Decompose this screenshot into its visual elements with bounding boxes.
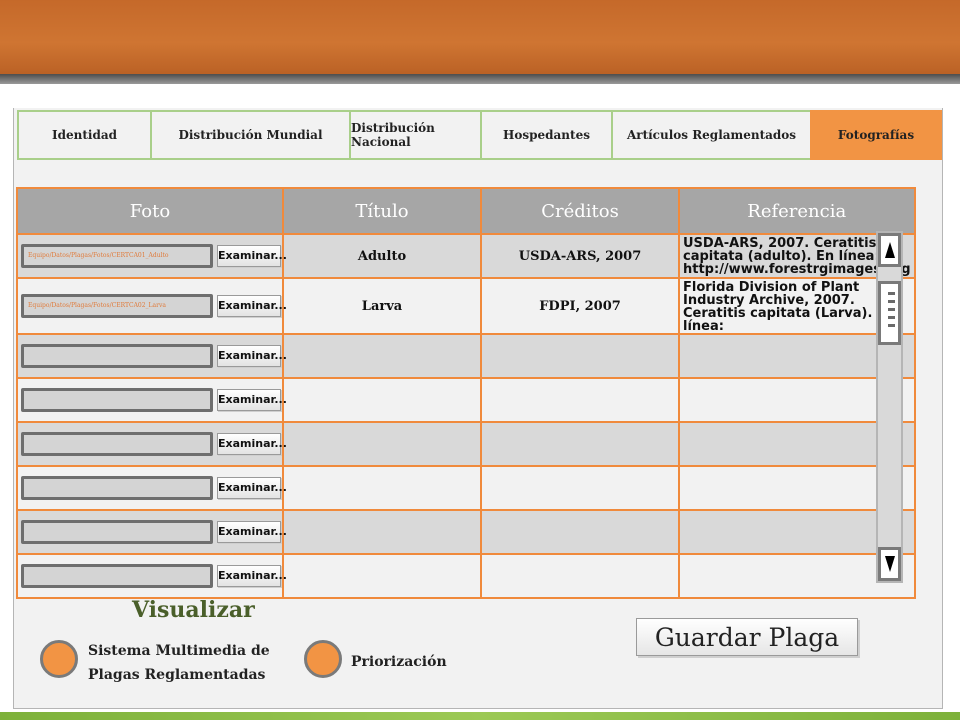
file-path-input[interactable] xyxy=(21,388,213,412)
radio-priorizacion[interactable] xyxy=(304,640,342,678)
examinar-button[interactable]: Examinar... xyxy=(217,345,287,367)
titulo-cell[interactable] xyxy=(282,553,482,599)
examinar-button[interactable]: Examinar... xyxy=(217,389,287,411)
grip-line xyxy=(888,308,895,311)
table-row: Examinar... xyxy=(16,377,916,423)
file-path-input[interactable] xyxy=(21,344,213,368)
grip-line xyxy=(888,300,895,303)
column-header-referencia: Referencia xyxy=(678,187,916,235)
titulo-cell[interactable] xyxy=(282,377,482,423)
table-row: Examinar... xyxy=(16,553,916,599)
table-header-row: Foto Título Créditos Referencia xyxy=(16,187,916,235)
radio-label-priorizacion: Priorización xyxy=(351,654,447,670)
photos-table: Foto Título Créditos Referencia Equipo/D… xyxy=(16,187,916,599)
tab-fotografias[interactable]: Fotografías xyxy=(810,110,942,160)
foto-cell: Examinar... xyxy=(16,465,287,511)
header-band xyxy=(0,0,960,78)
file-path-input[interactable]: Equipo/Datos/Plagas/Fotos/CERTCA02_Larva xyxy=(21,294,213,318)
examinar-button[interactable]: Examinar... xyxy=(217,295,287,317)
examinar-button[interactable]: Examinar... xyxy=(217,521,287,543)
file-path-input[interactable] xyxy=(21,564,213,588)
foto-cell: Examinar... xyxy=(16,333,287,379)
column-header-creditos: Créditos xyxy=(480,187,680,235)
file-path-input[interactable]: Equipo/Datos/Plagas/Fotos/CERTCA01_Adult… xyxy=(21,244,213,268)
examinar-button[interactable]: Examinar... xyxy=(217,477,287,499)
tab-bar: Identidad Distribución Mundial Distribuc… xyxy=(17,110,942,162)
triangle-down-icon xyxy=(884,556,895,572)
titulo-cell[interactable] xyxy=(282,333,482,379)
scroll-up-button[interactable] xyxy=(878,233,901,267)
tab-distribucion-mundial[interactable]: Distribución Mundial xyxy=(150,110,349,160)
titulo-cell[interactable] xyxy=(282,421,482,467)
creditos-cell[interactable] xyxy=(480,465,680,511)
file-path-input[interactable] xyxy=(21,432,213,456)
tab-articulos-reglamentados[interactable]: Artículos Reglamentados xyxy=(611,110,810,160)
grip-line xyxy=(888,324,895,327)
titulo-cell[interactable] xyxy=(282,465,482,511)
table-row: Equipo/Datos/Plagas/Fotos/CERTCA01_Adult… xyxy=(16,233,916,279)
file-path-input[interactable] xyxy=(21,520,213,544)
tab-hospedantes[interactable]: Hospedantes xyxy=(480,110,611,160)
creditos-cell[interactable]: FDPI, 2007 xyxy=(480,277,680,335)
triangle-up-icon xyxy=(884,242,895,258)
radio-sistema-multimedia[interactable] xyxy=(40,640,78,678)
foto-cell: Examinar... xyxy=(16,377,287,423)
foto-cell: Equipo/Datos/Plagas/Fotos/CERTCA01_Adult… xyxy=(16,233,287,279)
tab-distribucion-nacional[interactable]: Distribución Nacional xyxy=(349,110,480,160)
titulo-cell[interactable]: Adulto xyxy=(282,233,482,279)
table-row: Examinar... xyxy=(16,421,916,467)
radio-label-sistema-multimedia: Sistema Multimedia de Plagas Reglamentad… xyxy=(88,643,270,683)
table-scrollbar[interactable] xyxy=(876,231,903,583)
foto-cell: Equipo/Datos/Plagas/Fotos/CERTCA02_Larva… xyxy=(16,277,287,335)
footer-band xyxy=(0,712,960,720)
titulo-cell[interactable]: Larva xyxy=(282,277,482,335)
creditos-cell[interactable] xyxy=(480,377,680,423)
guardar-plaga-button[interactable]: Guardar Plaga xyxy=(636,618,858,656)
column-header-foto: Foto xyxy=(16,187,284,235)
table-row: Examinar... xyxy=(16,509,916,555)
creditos-cell[interactable]: USDA-ARS, 2007 xyxy=(480,233,680,279)
table-row: Examinar... xyxy=(16,333,916,379)
foto-cell: Examinar... xyxy=(16,553,287,599)
creditos-cell[interactable] xyxy=(480,509,680,555)
examinar-button[interactable]: Examinar... xyxy=(217,245,287,267)
table-row: Examinar... xyxy=(16,465,916,511)
header-shadow xyxy=(0,74,960,84)
creditos-cell[interactable] xyxy=(480,553,680,599)
titulo-cell[interactable] xyxy=(282,509,482,555)
tab-identidad[interactable]: Identidad xyxy=(17,110,150,160)
scroll-down-button[interactable] xyxy=(878,547,901,581)
grip-line xyxy=(888,292,895,295)
column-header-titulo: Título xyxy=(282,187,482,235)
creditos-cell[interactable] xyxy=(480,333,680,379)
examinar-button[interactable]: Examinar... xyxy=(217,565,287,587)
foto-cell: Examinar... xyxy=(16,421,287,467)
visualizar-title: Visualizar xyxy=(132,597,255,623)
scroll-thumb[interactable] xyxy=(878,281,901,345)
foto-cell: Examinar... xyxy=(16,509,287,555)
file-path-input[interactable] xyxy=(21,476,213,500)
grip-line xyxy=(888,316,895,319)
examinar-button[interactable]: Examinar... xyxy=(217,433,287,455)
table-row: Equipo/Datos/Plagas/Fotos/CERTCA02_Larva… xyxy=(16,277,916,335)
creditos-cell[interactable] xyxy=(480,421,680,467)
